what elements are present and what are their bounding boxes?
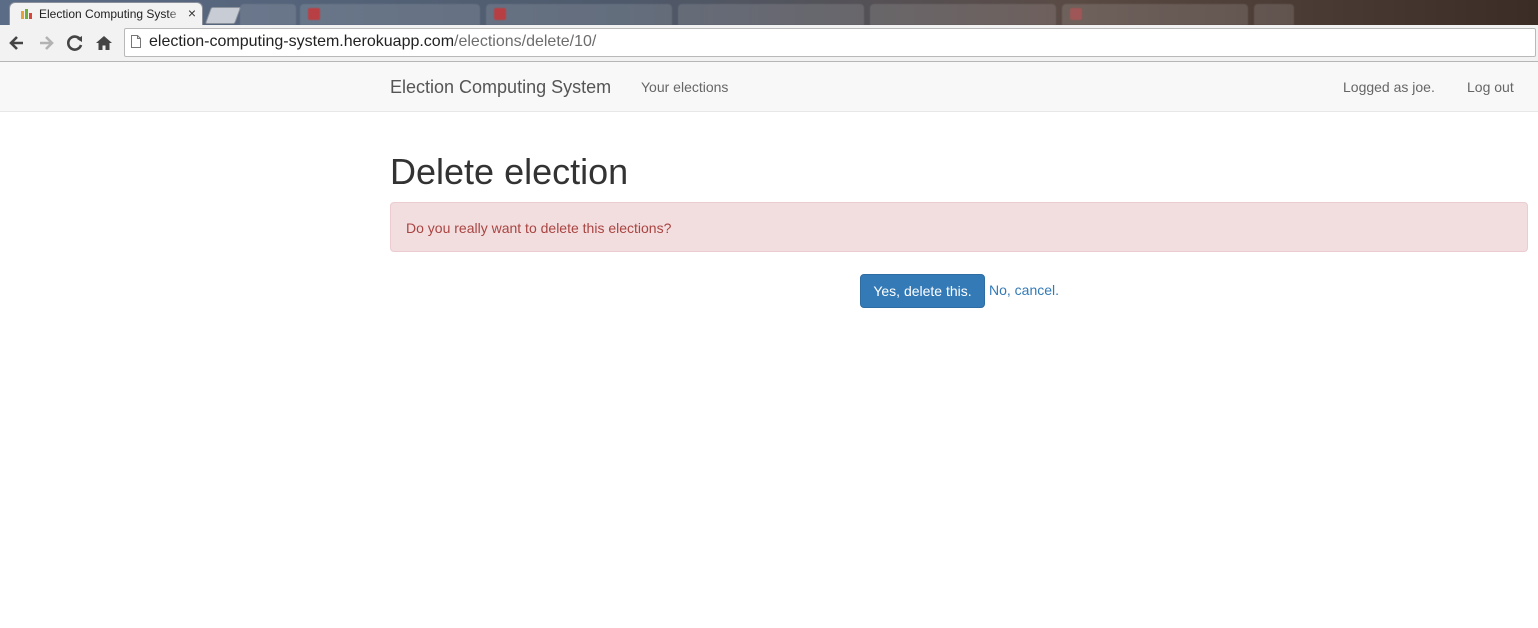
active-tab[interactable]: Election Computing Syste × [10, 3, 202, 25]
url-host: election-computing-system.herokuapp.com [149, 33, 455, 50]
background-tab[interactable] [240, 4, 296, 25]
nav-your-elections[interactable]: Your elections [641, 79, 728, 95]
brand-link[interactable]: Election Computing System [390, 77, 611, 98]
home-icon[interactable] [94, 33, 114, 53]
back-arrow-icon[interactable] [7, 33, 27, 53]
url-path: /elections/delete/10/ [454, 33, 597, 50]
browser-toolbar: election-computing-system.herokuapp.com/… [0, 25, 1538, 62]
browser-tab-strip: Election Computing Syste × [0, 0, 1538, 25]
new-tab-button[interactable] [204, 7, 242, 24]
confirm-delete-button[interactable]: Yes, delete this. [860, 274, 985, 308]
page-title: Delete election [390, 151, 629, 192]
background-tab[interactable] [1062, 4, 1248, 25]
tab-title: Election Computing Syste [39, 7, 177, 21]
navbar: Election Computing System Your elections… [0, 62, 1538, 112]
cancel-link[interactable]: No, cancel. [989, 282, 1059, 298]
background-tab[interactable] [678, 4, 864, 25]
favicon-icon [21, 9, 32, 19]
background-tab[interactable] [486, 4, 672, 25]
nav-log-out[interactable]: Log out [1467, 79, 1514, 95]
url-text: election-computing-system.herokuapp.com/… [149, 33, 596, 51]
background-tab[interactable] [870, 4, 1056, 25]
forward-arrow-icon[interactable] [36, 33, 56, 53]
background-tab[interactable] [1254, 4, 1294, 25]
background-tab[interactable] [300, 4, 480, 25]
tab-close-icon[interactable]: × [188, 5, 196, 21]
page-icon [131, 35, 141, 48]
danger-alert: Do you really want to delete this electi… [390, 202, 1528, 252]
reload-icon[interactable] [65, 33, 85, 53]
address-bar[interactable]: election-computing-system.herokuapp.com/… [124, 28, 1536, 57]
nav-logged-as[interactable]: Logged as joe. [1343, 79, 1435, 95]
alert-text: Do you really want to delete this electi… [406, 220, 672, 236]
